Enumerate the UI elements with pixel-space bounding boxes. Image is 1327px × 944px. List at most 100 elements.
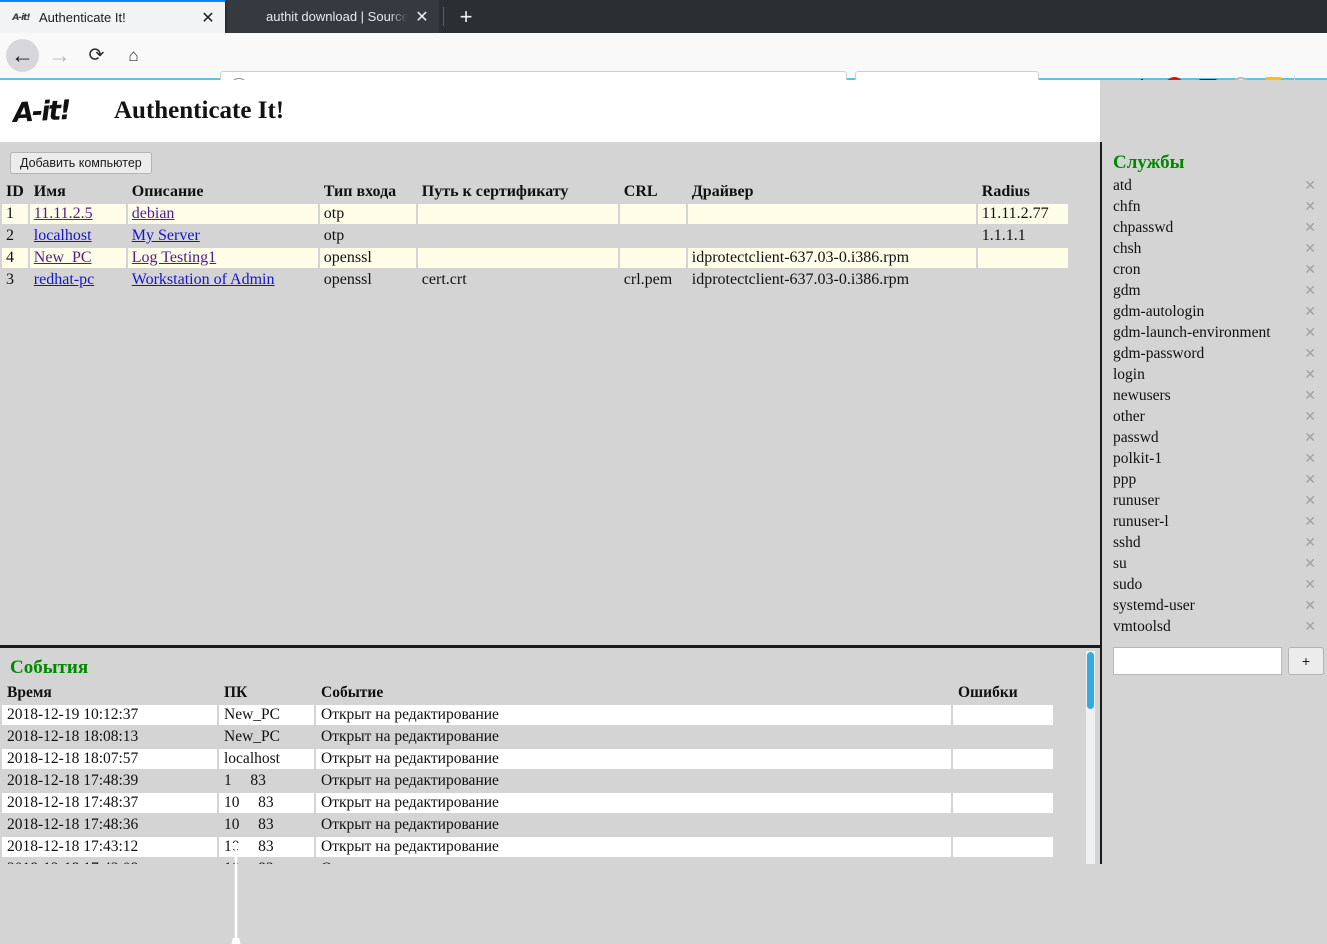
service-name: gdm-launch-environment [1113, 324, 1271, 341]
remove-service-icon[interactable]: ✕ [1304, 282, 1316, 299]
service-item[interactable]: chsh ✕ [1102, 240, 1327, 261]
table-row[interactable]: 2 localhost My Server otp 1.1.1.1 [2, 226, 1068, 246]
cell-time: 2018-12-18 17:48:37 [2, 793, 217, 813]
table-row[interactable]: 1 11.11.2.5 debian otp 11.11.2.77 [2, 204, 1068, 224]
remove-service-icon[interactable]: ✕ [1304, 177, 1316, 194]
service-item[interactable]: gdm-launch-environment ✕ [1102, 324, 1327, 345]
add-computer-button[interactable]: Добавить компьютер [10, 152, 152, 174]
back-button[interactable]: ← [6, 39, 39, 72]
close-tab-icon[interactable]: ✕ [409, 7, 435, 27]
table-row[interactable]: 2018-12-18 17:48:37 10 83 Открыт на редакт… [2, 793, 1053, 813]
cell-pc: 10 83 [224, 816, 274, 833]
remove-service-icon[interactable]: ✕ [1304, 492, 1316, 509]
table-row[interactable]: 2018-12-19 10:12:37 New_PC Открыт на редак… [2, 705, 1053, 725]
remove-service-icon[interactable]: ✕ [1304, 597, 1316, 614]
column-header-type: Тип входа [323, 183, 397, 200]
cell-crl [620, 226, 686, 246]
tab-title: authit download | SourceForge [266, 9, 409, 24]
computer-desc-link[interactable]: Log Testing1 [132, 249, 216, 266]
service-item[interactable]: polkit-1 ✕ [1102, 450, 1327, 471]
service-name: cron [1113, 261, 1141, 278]
remove-service-icon[interactable]: ✕ [1304, 240, 1316, 257]
table-row[interactable]: 2018-12-18 17:43:12 10 83 Открыт на редакт… [2, 837, 1053, 857]
service-item[interactable]: sudo ✕ [1102, 576, 1327, 597]
computer-name-link[interactable]: New_PC [34, 249, 92, 266]
remove-service-icon[interactable]: ✕ [1304, 324, 1316, 341]
remove-service-icon[interactable]: ✕ [1304, 219, 1316, 236]
page-title: Authenticate It! [114, 97, 285, 124]
remove-service-icon[interactable]: ✕ [1304, 261, 1316, 278]
service-item[interactable]: gdm-autologin ✕ [1102, 303, 1327, 324]
computer-name-link[interactable]: 11.11.2.5 [34, 205, 93, 222]
close-tab-icon[interactable]: ✕ [195, 8, 221, 28]
table-row[interactable]: 2018-12-18 18:08:13 New_PC Открыт на редак… [2, 727, 1053, 747]
new-service-input[interactable] [1113, 647, 1282, 675]
service-name: chfn [1113, 198, 1141, 215]
reload-button[interactable]: ⟳ [80, 39, 113, 72]
computer-name-link[interactable]: localhost [34, 227, 92, 244]
service-item[interactable]: gdm ✕ [1102, 282, 1327, 303]
remove-service-icon[interactable]: ✕ [1304, 576, 1316, 593]
computers-table-header: ID Имя Описание Тип входа Путь к сертифи… [2, 182, 1068, 202]
forward-button[interactable]: → [43, 39, 76, 72]
cell-radius [978, 270, 1068, 290]
service-item[interactable]: login ✕ [1102, 366, 1327, 387]
cell-pc: 1 83 [224, 772, 266, 789]
service-item[interactable]: runuser-l ✕ [1102, 513, 1327, 534]
remove-service-icon[interactable]: ✕ [1304, 345, 1316, 362]
service-item[interactable]: vmtoolsd ✕ [1102, 618, 1327, 639]
remove-service-icon[interactable]: ✕ [1304, 513, 1316, 530]
remove-service-icon[interactable]: ✕ [1304, 534, 1316, 551]
cell-event: Открыт на редактирование [316, 749, 951, 769]
browser-tab-2[interactable]: authit download | SourceForge ✕ [227, 0, 439, 33]
service-name: gdm-password [1113, 345, 1205, 362]
events-scrollbar[interactable] [1086, 651, 1095, 864]
table-row[interactable]: 2018-12-18 17:48:39 1 83 Открыт на редакти… [2, 771, 1053, 791]
service-name: runuser-l [1113, 513, 1169, 530]
cell-error [953, 727, 1053, 747]
remove-service-icon[interactable]: ✕ [1304, 366, 1316, 383]
service-item[interactable]: systemd-user ✕ [1102, 597, 1327, 618]
table-row[interactable]: 2018-12-18 18:07:57 localhost Открыт на ре… [2, 749, 1053, 769]
service-item[interactable]: newusers ✕ [1102, 387, 1327, 408]
table-row[interactable]: 2018-12-18 17:43:0810 83Открыт на редакт… [2, 859, 1053, 864]
computer-desc-link[interactable]: debian [132, 205, 175, 222]
computers-table: ID Имя Описание Тип входа Путь к сертифи… [0, 180, 1070, 292]
remove-service-icon[interactable]: ✕ [1304, 618, 1316, 635]
service-item[interactable]: sshd ✕ [1102, 534, 1327, 555]
computer-desc-link[interactable]: My Server [132, 227, 200, 244]
service-item[interactable]: atd ✕ [1102, 177, 1327, 198]
table-row[interactable]: 3 redhat-pc Workstation of Admin openssl… [2, 270, 1068, 290]
service-item[interactable]: other ✕ [1102, 408, 1327, 429]
remove-service-icon[interactable]: ✕ [1304, 450, 1316, 467]
service-name: other [1113, 408, 1145, 425]
remove-service-icon[interactable]: ✕ [1304, 387, 1316, 404]
home-button[interactable]: ⌂ [117, 39, 150, 72]
remove-service-icon[interactable]: ✕ [1304, 429, 1316, 446]
cell-error [953, 859, 1053, 864]
service-item[interactable]: cron ✕ [1102, 261, 1327, 282]
computer-name-link[interactable]: redhat-pc [34, 271, 94, 288]
remove-service-icon[interactable]: ✕ [1304, 471, 1316, 488]
table-row[interactable]: 4 New_PC Log Testing1 openssl idprotectc… [2, 248, 1068, 268]
new-tab-button[interactable]: + [452, 4, 480, 30]
column-header-pc: ПК [224, 684, 248, 701]
services-title: Службы [1113, 152, 1185, 173]
service-item[interactable]: chpasswd ✕ [1102, 219, 1327, 240]
browser-tab-1[interactable]: A-it! Authenticate It! ✕ [0, 0, 225, 33]
service-item[interactable]: runuser ✕ [1102, 492, 1327, 513]
service-item[interactable]: ppp ✕ [1102, 471, 1327, 492]
table-row[interactable]: 2018-12-18 17:48:36 10 83 Открыт на редакт… [2, 815, 1053, 835]
remove-service-icon[interactable]: ✕ [1304, 303, 1316, 320]
remove-service-icon[interactable]: ✕ [1304, 198, 1316, 215]
service-item[interactable]: su ✕ [1102, 555, 1327, 576]
cell-radius [977, 248, 1068, 268]
computer-desc-link[interactable]: Workstation of Admin [132, 271, 275, 288]
add-service-button[interactable]: + [1288, 647, 1324, 675]
service-item[interactable]: gdm-password ✕ [1102, 345, 1327, 366]
service-item[interactable]: passwd ✕ [1102, 429, 1327, 450]
remove-service-icon[interactable]: ✕ [1304, 555, 1316, 572]
service-item[interactable]: chfn ✕ [1102, 198, 1327, 219]
cell-name: New_PC [29, 248, 126, 268]
remove-service-icon[interactable]: ✕ [1304, 408, 1316, 425]
